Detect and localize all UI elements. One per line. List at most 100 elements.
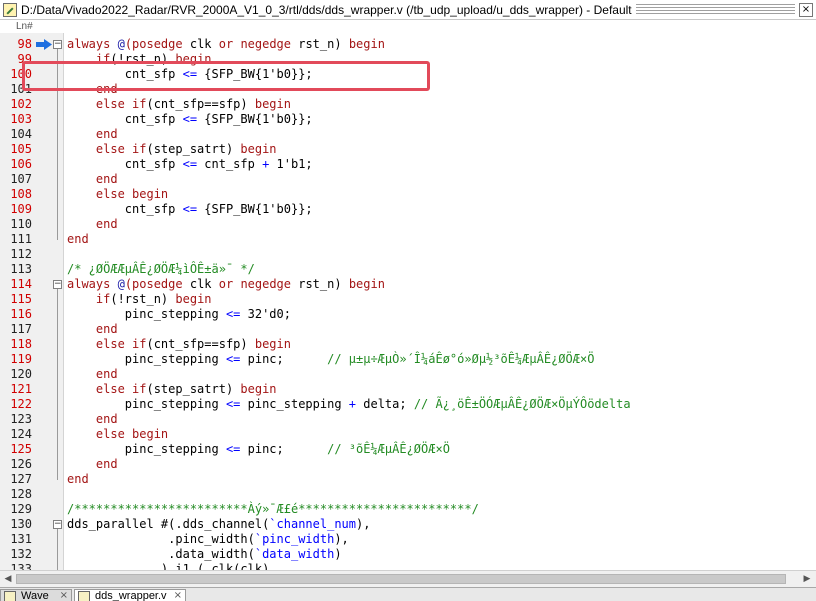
code-line[interactable]: 111 end [0,232,816,247]
line-number[interactable]: 108 [0,187,32,202]
code-line[interactable]: 121 else if(step_satrt) begin [0,382,816,397]
line-number[interactable]: 131 [0,532,32,547]
code-line[interactable]: 118 else if(cnt_sfp==sfp) begin [0,337,816,352]
line-number[interactable]: 98 [0,37,32,52]
fold-guide-line [57,49,58,240]
line-number[interactable]: 130 [0,517,32,532]
horizontal-scrollbar[interactable]: ◀ ▶ [0,570,816,587]
line-number[interactable]: 128 [0,487,32,502]
code-line[interactable]: 101 end [0,82,816,97]
line-number[interactable]: 119 [0,352,32,367]
line-number[interactable]: 125 [0,442,32,457]
line-number[interactable]: 121 [0,382,32,397]
line-number[interactable]: 101 [0,82,32,97]
close-icon[interactable]: × [174,590,182,601]
titlebar-grip[interactable] [635,3,795,16]
line-number[interactable]: 106 [0,157,32,172]
line-number[interactable]: 116 [0,307,32,322]
code-line[interactable]: 103 cnt_sfp <= {SFP_BW{1'b0}}; [0,112,816,127]
line-number[interactable]: 127 [0,472,32,487]
code-token: if [95,292,111,306]
line-number[interactable]: 110 [0,217,32,232]
line-number[interactable]: 100 [0,67,32,82]
code-text: pinc_stepping <= pinc; // ³õÊ¼ÆµÂÊ¿ØÖÆ×Ö [67,442,450,457]
line-number[interactable]: 103 [0,112,32,127]
code-line[interactable]: 125 pinc_stepping <= pinc; // ³õÊ¼ÆµÂÊ¿Ø… [0,442,816,457]
line-number[interactable]: 132 [0,547,32,562]
code-line[interactable]: 132 .data_width(`data_width) [0,547,816,562]
code-line[interactable]: 123 end [0,412,816,427]
code-line[interactable]: 105 else if(step_satrt) begin [0,142,816,157]
code-line[interactable]: 117 end [0,322,816,337]
line-number[interactable]: 133 [0,562,32,570]
code-editor[interactable]: 98− always @(posedge clk or negedge rst_n… [0,33,816,570]
scroll-right-icon[interactable]: ▶ [800,573,814,585]
code-line[interactable]: 128 [0,487,816,502]
code-text: end [67,217,118,232]
code-token: <= [182,67,198,81]
line-number[interactable]: 122 [0,397,32,412]
close-icon[interactable]: × [60,590,68,601]
code-line[interactable]: 99 if(!rst_n) begin [0,52,816,67]
fold-toggle-icon[interactable]: − [53,280,62,289]
line-number[interactable]: 104 [0,127,32,142]
line-number[interactable]: 126 [0,457,32,472]
line-number[interactable]: 118 [0,337,32,352]
code-line[interactable]: 108 else begin [0,187,816,202]
line-number[interactable]: 123 [0,412,32,427]
code-line[interactable]: 112 [0,247,816,262]
code-line[interactable]: 119 pinc_stepping <= pinc; // µ±µ÷ÆµÒ»´Î… [0,352,816,367]
line-number[interactable]: 124 [0,427,32,442]
code-line[interactable]: 100 cnt_sfp <= {SFP_BW{1'b0}}; [0,67,816,82]
code-line[interactable]: 116 pinc_stepping <= 32'd0; [0,307,816,322]
line-number[interactable]: 117 [0,322,32,337]
line-number[interactable]: 113 [0,262,32,277]
code-line[interactable]: 126 end [0,457,816,472]
scroll-left-icon[interactable]: ◀ [1,573,15,585]
fold-toggle-icon[interactable]: − [53,520,62,529]
code-line[interactable]: 131 .pinc_width(`pinc_width), [0,532,816,547]
close-icon[interactable]: × [799,2,813,17]
code-line[interactable]: 124 else begin [0,427,816,442]
code-token: (cnt_sfp==sfp) [146,337,255,351]
code-token: end [95,127,118,141]
code-line[interactable]: 122 pinc_stepping <= pinc_stepping + del… [0,397,816,412]
code-line[interactable]: 120 end [0,367,816,382]
code-token: <= [182,157,198,171]
fold-toggle-icon[interactable]: − [53,40,62,49]
line-number[interactable]: 109 [0,202,32,217]
code-line[interactable]: 114 − always @(posedge clk or negedge rst_… [0,277,816,292]
code-line[interactable]: 115 if(!rst_n) begin [0,292,816,307]
code-line[interactable]: 133 ) i1 (.clk(clk), [0,562,816,570]
scrollbar-thumb[interactable] [16,574,786,584]
code-line[interactable]: 107 end [0,172,816,187]
line-number[interactable]: 99 [0,52,32,67]
line-number[interactable]: 129 [0,502,32,517]
code-line[interactable]: 130 − dds_parallel #(.dds_channel(`channel… [0,517,816,532]
tab-wave[interactable]: Wave × [0,589,72,601]
code-line[interactable]: 109 cnt_sfp <= {SFP_BW{1'b0}}; [0,202,816,217]
line-number[interactable]: 115 [0,292,32,307]
code-line[interactable]: 113 /* ¿ØÖÆÆµÂÊ¿ØÖÆ¼ìÔÊ±ä»¯ */ [0,262,816,277]
code-line[interactable]: 129 /************************Àý»¯Æ£é*****… [0,502,816,517]
line-number[interactable]: 112 [0,247,32,262]
code-line[interactable]: 106 cnt_sfp <= cnt_sfp + 1'b1; [0,157,816,172]
tab-dds-wrapper[interactable]: dds_wrapper.v × [74,589,186,601]
line-number[interactable]: 111 [0,232,32,247]
line-number[interactable]: 114 [0,277,32,292]
code-line[interactable]: 110 end [0,217,816,232]
line-number[interactable]: 102 [0,97,32,112]
code-token: `pinc_width [254,532,335,546]
code-line[interactable]: 127 end [0,472,816,487]
line-number[interactable]: 105 [0,142,32,157]
code-token: begin [240,382,277,396]
code-line[interactable]: 104 end [0,127,816,142]
code-line[interactable]: 98 − always @(posedge clk or negedge rst_n… [0,37,816,52]
code-line[interactable]: 102 else if(cnt_sfp==sfp) begin [0,97,816,112]
line-number[interactable]: 120 [0,367,32,382]
line-number[interactable]: 107 [0,172,32,187]
